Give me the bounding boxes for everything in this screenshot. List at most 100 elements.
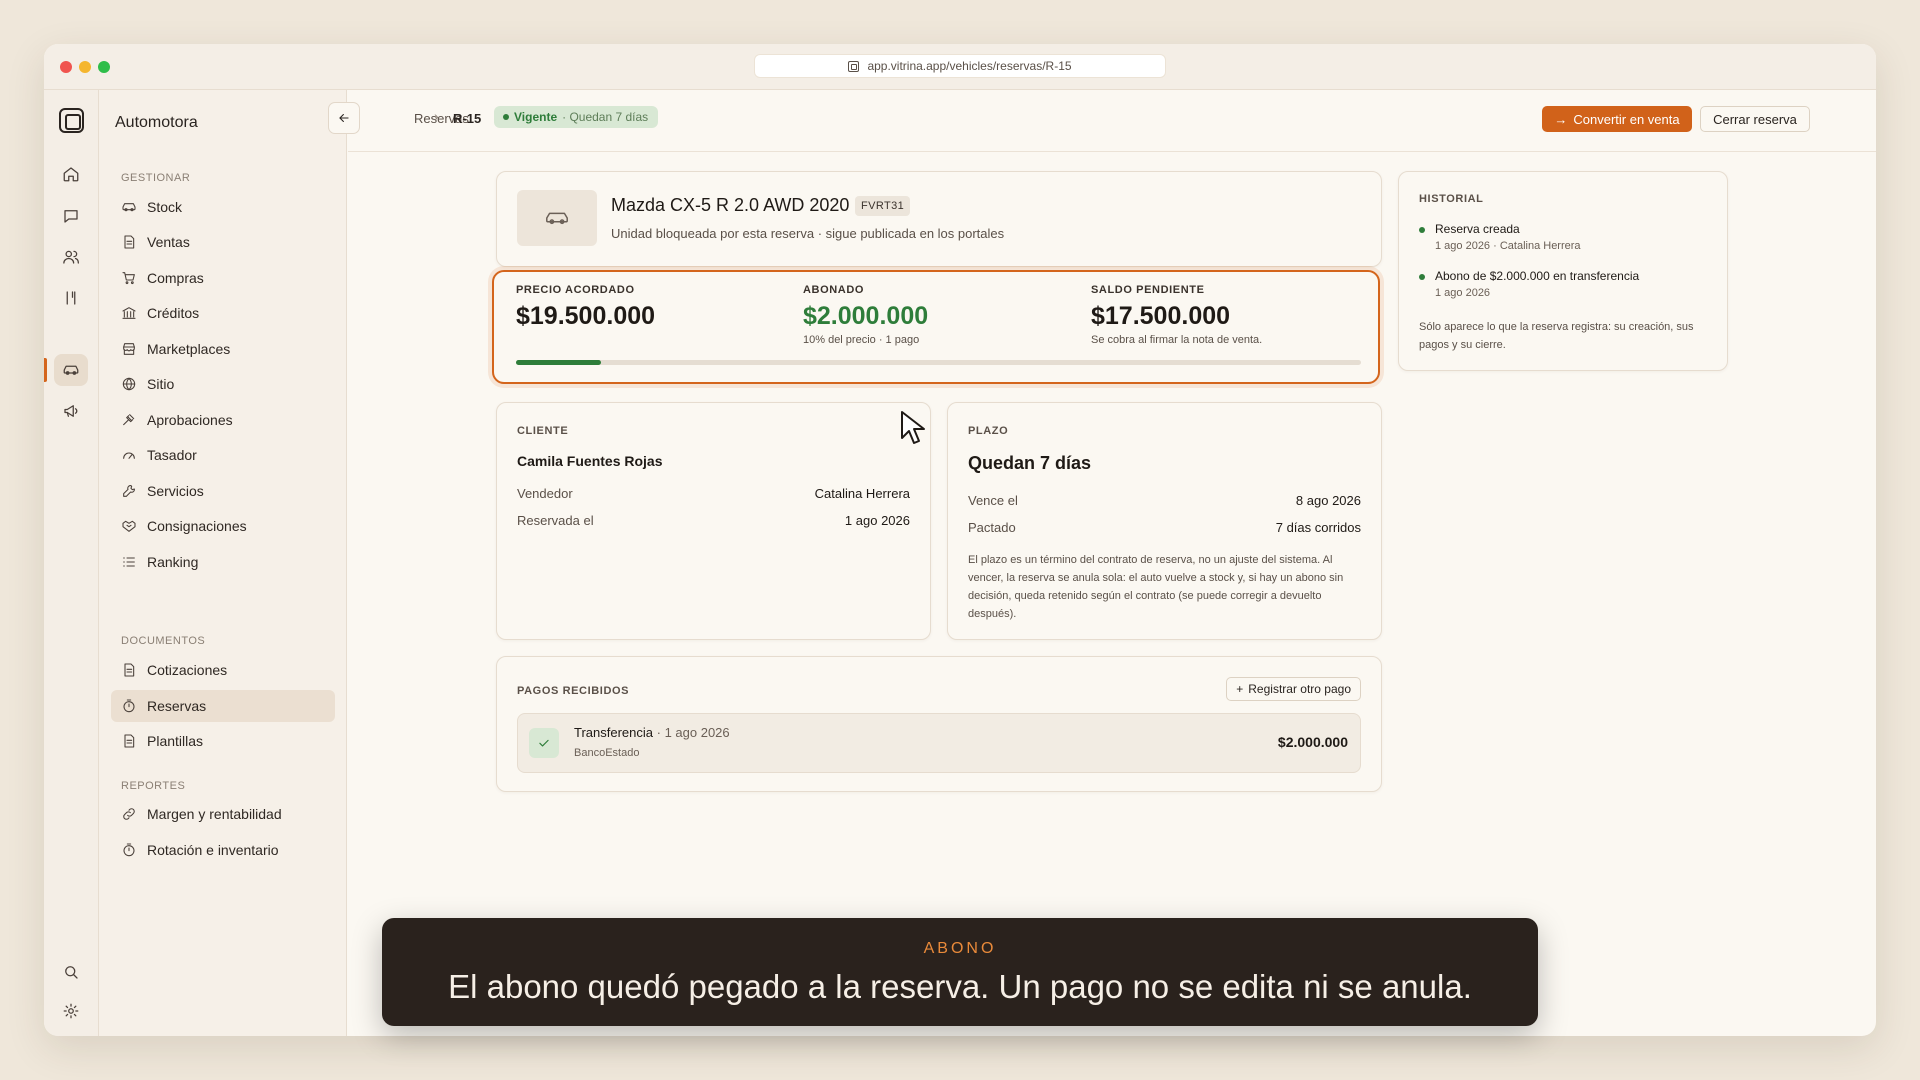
vehicle-name[interactable]: Mazda CX-5 R 2.0 AWD 2020 xyxy=(611,195,849,216)
icon-rail: CH xyxy=(44,90,99,1036)
vehicle-note: Unidad bloqueada por esta reserva · sigu… xyxy=(611,226,1005,241)
sidebar-item-compras[interactable]: Compras xyxy=(111,262,335,294)
payment-title: Transferencia · 1 ago 2026 xyxy=(574,725,730,740)
list-icon xyxy=(123,557,135,567)
sidebar-item-label: Ranking xyxy=(147,554,199,570)
car-icon xyxy=(546,212,568,225)
expires-row: Vence el 8 ago 2026 xyxy=(968,493,1361,508)
reserved-label: Reservada el xyxy=(517,513,594,528)
sidebar-item-label: Aprobaciones xyxy=(147,412,233,428)
payment-progress-bar xyxy=(516,360,1361,365)
car-icon xyxy=(122,203,136,212)
sidebar-item-margen[interactable]: Margen y rentabilidad xyxy=(111,798,335,830)
paid-sub: 10% del precio · 1 pago xyxy=(803,334,920,346)
gauge-icon xyxy=(123,452,135,459)
reserved-date-row: Reservada el 1 ago 2026 xyxy=(517,513,910,528)
megaphone-icon[interactable] xyxy=(54,395,88,427)
bank-icon xyxy=(122,307,136,319)
app-logo-icon[interactable] xyxy=(59,108,84,133)
sidebar-item-plantillas[interactable]: Plantillas xyxy=(111,725,335,757)
store-icon xyxy=(123,343,135,355)
back-button[interactable] xyxy=(328,102,360,134)
term-card: PLAZO Quedan 7 días Vence el 8 ago 2026 … xyxy=(947,402,1382,640)
sidebar-item-ventas[interactable]: Ventas xyxy=(111,226,335,258)
agreed-term-row: Pactado 7 días corridos xyxy=(968,520,1361,535)
sidebar-item-tasador[interactable]: Tasador xyxy=(111,439,335,471)
org-name[interactable]: Automotora xyxy=(115,114,198,132)
client-name[interactable]: Camila Fuentes Rojas xyxy=(517,453,663,469)
history-sub: 1 ago 2026 · Catalina Herrera xyxy=(1435,240,1581,252)
maximize-window-button[interactable] xyxy=(98,61,110,73)
sidebar-item-label: Compras xyxy=(147,270,204,286)
sidebar-item-cotizaciones[interactable]: Cotizaciones xyxy=(111,654,335,686)
chat-icon[interactable] xyxy=(54,200,88,232)
url-text: app.vitrina.app/vehicles/reservas/R-15 xyxy=(867,59,1072,73)
sidebar-item-label: Tasador xyxy=(147,447,197,463)
add-payment-button[interactable]: + Registrar otro pago xyxy=(1226,677,1361,701)
sidebar-item-sitio[interactable]: Sitio xyxy=(111,368,335,400)
client-card: CLIENTE Camila Fuentes Rojas Vendedor Ca… xyxy=(496,402,931,640)
sidebar-item-rotacion[interactable]: Rotación e inventario xyxy=(111,834,335,866)
globe-icon xyxy=(122,377,136,391)
client-label: CLIENTE xyxy=(517,425,569,437)
link-icon xyxy=(123,808,135,820)
sidebar-item-stock[interactable]: Stock xyxy=(111,191,335,223)
history-sub: 1 ago 2026 xyxy=(1435,287,1491,299)
expires-value: 8 ago 2026 xyxy=(1295,493,1361,508)
history-note: Sólo aparece lo que la reserva registra:… xyxy=(1419,321,1694,351)
document-icon xyxy=(124,235,135,249)
pending-balance: SALDO PENDIENTE $17.500.000 Se cobra al … xyxy=(1091,284,1262,346)
status-badge: Vigente · Quedan 7 días xyxy=(494,106,659,128)
status-detail: · Quedan 7 días xyxy=(562,110,649,124)
search-icon[interactable] xyxy=(54,956,88,988)
home-icon[interactable] xyxy=(54,158,88,190)
balance-sub: Se cobra al firmar la nota de venta. xyxy=(1091,334,1263,346)
agreed-term-label: Pactado xyxy=(968,520,1016,535)
sidebar-item-marketplaces[interactable]: Marketplaces xyxy=(111,333,335,365)
sidebar: Automotora GESTIONAR Stock Ventas Compra… xyxy=(99,90,347,1036)
document-icon xyxy=(124,663,135,677)
car-icon[interactable] xyxy=(54,354,88,386)
payments-card: PAGOS RECIBIDOS + Registrar otro pago Tr… xyxy=(496,656,1382,792)
section-label-gestionar: GESTIONAR xyxy=(121,172,191,184)
breadcrumb-separator: › xyxy=(434,108,439,124)
columns-icon[interactable] xyxy=(54,282,88,314)
history-title: Reserva creada xyxy=(1435,222,1520,236)
history-card: HISTORIAL Reserva creada 1 ago 2026 · Ca… xyxy=(1398,171,1728,371)
payment-method: Transferencia xyxy=(574,725,653,740)
wrench-icon xyxy=(123,485,135,497)
section-label-documentos: DOCUMENTOS xyxy=(121,635,206,647)
payments-label: PAGOS RECIBIDOS xyxy=(517,685,630,697)
sidebar-item-aprobaciones[interactable]: Aprobaciones xyxy=(111,404,335,436)
term-label: PLAZO xyxy=(968,425,1009,437)
sidebar-item-label: Reservas xyxy=(147,698,207,714)
check-icon xyxy=(529,728,559,758)
minimize-window-button[interactable] xyxy=(79,61,91,73)
paid-label: ABONADO xyxy=(803,284,865,296)
sidebar-item-creditos[interactable]: Créditos xyxy=(111,297,335,329)
expires-label: Vence el xyxy=(968,493,1018,508)
sidebar-item-reservas[interactable]: Reservas xyxy=(111,690,335,722)
term-headline: Quedan 7 días xyxy=(968,453,1092,473)
caption-text: El abono quedó pegado a la reserva. Un p… xyxy=(448,968,1472,1005)
users-icon[interactable] xyxy=(54,241,88,273)
sidebar-item-label: Créditos xyxy=(147,305,200,321)
payment-row[interactable]: Transferencia · 1 ago 2026 BancoEstado $… xyxy=(517,713,1361,773)
convert-to-sale-button[interactable]: → Convertir en venta xyxy=(1542,106,1692,132)
sidebar-item-servicios[interactable]: Servicios xyxy=(111,475,335,507)
gear-icon[interactable] xyxy=(54,995,88,1027)
close-window-button[interactable] xyxy=(60,61,72,73)
close-reservation-button[interactable]: Cerrar reserva xyxy=(1700,106,1810,132)
agreed-price: PRECIO ACORDADO $19.500.000 xyxy=(516,284,655,331)
balance-value: $17.500.000 xyxy=(1091,302,1231,330)
reservation-id: R-15 xyxy=(453,111,482,126)
address-bar[interactable]: app.vitrina.app/vehicles/reservas/R-15 xyxy=(754,54,1166,78)
sidebar-item-consignaciones[interactable]: Consignaciones xyxy=(111,510,335,542)
history-dot xyxy=(1419,274,1425,280)
seller-value: Catalina Herrera xyxy=(814,486,910,501)
sidebar-item-ranking[interactable]: Ranking xyxy=(111,546,335,578)
sidebar-item-label: Plantillas xyxy=(147,733,204,749)
convert-to-sale-label: Convertir en venta xyxy=(1573,111,1680,127)
handshake-icon xyxy=(122,520,136,532)
status-dot xyxy=(503,114,509,120)
